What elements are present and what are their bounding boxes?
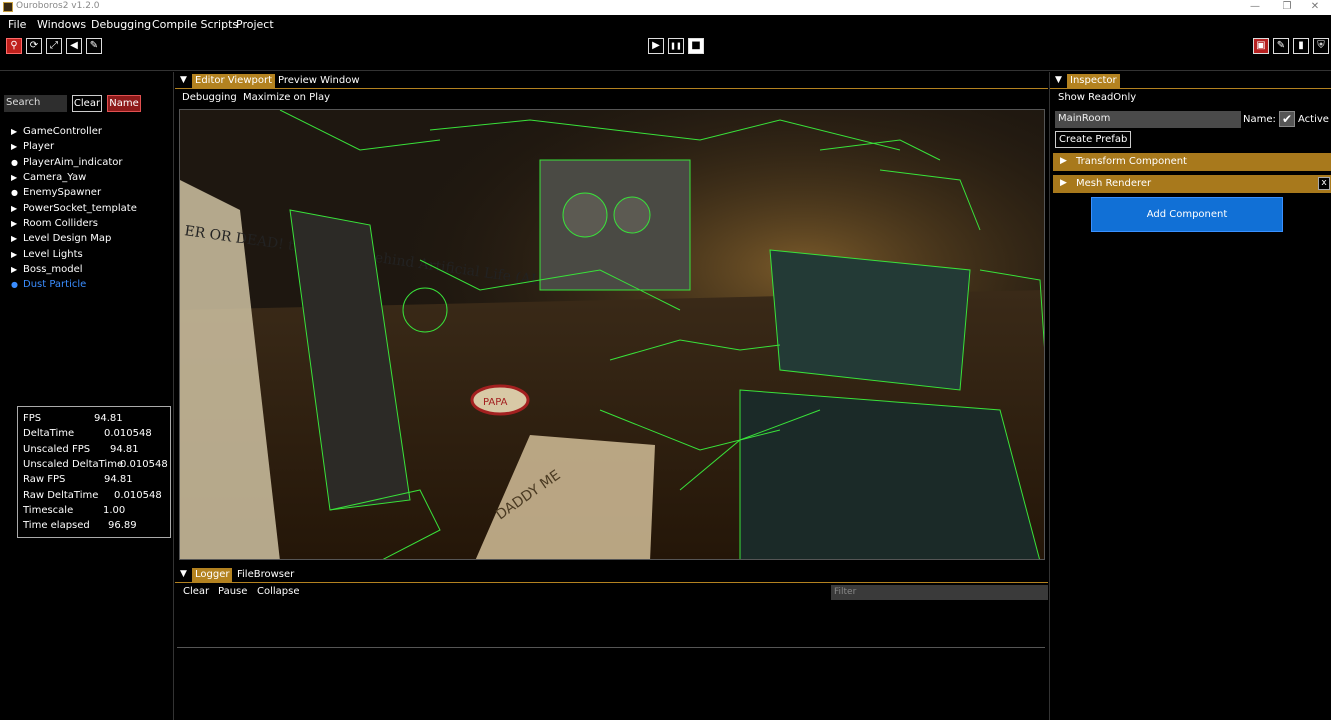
stat-value: 0.010548: [120, 459, 168, 470]
expand-icon: ▶: [1060, 178, 1067, 188]
hierarchy-item-selected[interactable]: ● Dust Particle: [11, 278, 86, 292]
stat-label: Raw FPS: [23, 474, 66, 485]
inspector-tab-bar: ▼ Inspector: [1050, 73, 1331, 89]
menu-bar: File Windows Debugging Compile Scripts P…: [0, 15, 1331, 33]
stat-value: 96.89: [108, 520, 137, 531]
collapse-icon[interactable]: ▼: [180, 569, 187, 579]
stat-label: Time elapsed: [23, 520, 90, 531]
toolbar-divider: [0, 70, 1331, 71]
hierarchy-item[interactable]: ▶ PowerSocket_template: [11, 202, 137, 216]
right-panel-divider[interactable]: [1049, 72, 1050, 720]
stat-value: 0.010548: [114, 490, 162, 501]
tab-editor-viewport[interactable]: Editor Viewport: [192, 74, 276, 89]
collapse-icon[interactable]: ▼: [1055, 75, 1062, 85]
component-transform[interactable]: ▶ Transform Component: [1053, 153, 1331, 171]
play-button[interactable]: ▶: [648, 38, 664, 54]
hierarchy-search-input[interactable]: Search: [4, 95, 67, 112]
object-name-field[interactable]: MainRoom: [1055, 111, 1241, 128]
hierarchy-item[interactable]: ▶ Level Lights: [11, 248, 83, 262]
logger-filter-input[interactable]: Filter: [831, 585, 1048, 600]
menu-project[interactable]: Project: [236, 18, 274, 31]
hierarchy-item[interactable]: ● EnemySpawner: [11, 186, 101, 200]
hierarchy-item[interactable]: ● PlayerAim_indicator: [11, 156, 123, 170]
hierarchy-item[interactable]: ▶ Level Design Map: [11, 232, 111, 246]
stat-label: DeltaTime: [23, 428, 75, 439]
remove-component-button[interactable]: x: [1318, 177, 1330, 190]
name-label: Name:: [1243, 114, 1276, 125]
pause-button[interactable]: ❚❚: [668, 38, 684, 54]
menu-debugging[interactable]: Debugging: [91, 18, 151, 31]
tab-preview-window[interactable]: Preview Window: [275, 74, 363, 89]
hierarchy-name-button[interactable]: Name: [107, 95, 141, 112]
left-panel-divider[interactable]: [173, 72, 174, 720]
tab-logger[interactable]: Logger: [192, 568, 233, 583]
logger-divider: [177, 647, 1045, 648]
toolbox-icon[interactable]: ▣: [1253, 38, 1269, 54]
create-prefab-button[interactable]: Create Prefab: [1055, 131, 1132, 148]
window-title: Ouroboros2 v1.2.0: [16, 1, 100, 11]
logger-tab-bar: ▼ Logger FileBrowser: [175, 567, 1048, 583]
show-readonly-toggle[interactable]: Show ReadOnly: [1058, 92, 1136, 103]
resize-icon[interactable]: ⤢: [46, 38, 62, 54]
battery-icon[interactable]: ▮: [1293, 38, 1309, 54]
hierarchy-item[interactable]: ▶ Camera_Yaw: [11, 171, 86, 185]
stat-value: 94.81: [94, 413, 123, 424]
title-bar: Ouroboros2 v1.2.0 — ❐ ✕: [0, 0, 1331, 15]
stat-label: Timescale: [23, 505, 74, 516]
hierarchy-item[interactable]: ▶ Boss_model: [11, 263, 83, 277]
logger-pause-button[interactable]: Pause: [218, 586, 247, 597]
pin-icon[interactable]: ⚲: [6, 38, 22, 54]
editor-viewport[interactable]: ER OR DEAD! the genius behind Artificial…: [179, 109, 1045, 560]
scene-render: ER OR DEAD! the genius behind Artificial…: [180, 110, 1044, 559]
refresh-icon[interactable]: ⟳: [26, 38, 42, 54]
debugging-toggle[interactable]: Debugging: [182, 92, 237, 103]
stat-label: Raw DeltaTime: [23, 490, 99, 501]
menu-compile-scripts[interactable]: Compile Scripts: [152, 18, 238, 31]
stat-value: 1.00: [103, 505, 126, 516]
logger-collapse-button[interactable]: Collapse: [257, 586, 300, 597]
stat-label: Unscaled DeltaTime: [23, 459, 124, 470]
tab-filebrowser[interactable]: FileBrowser: [234, 568, 297, 583]
collapse-icon[interactable]: ▼: [180, 75, 187, 85]
stop-button[interactable]: ■: [688, 38, 704, 54]
maximize-on-play-toggle[interactable]: Maximize on Play: [243, 92, 330, 103]
stats-panel: FPS 94.81 DeltaTime 0.010548 Unscaled FP…: [17, 406, 171, 538]
stat-label: Unscaled FPS: [23, 444, 91, 455]
hierarchy-clear-button[interactable]: Clear: [72, 95, 102, 112]
shield-icon[interactable]: ⛨: [1313, 38, 1329, 54]
close-button[interactable]: ✕: [1298, 0, 1331, 15]
active-label: Active: [1298, 114, 1329, 125]
stat-value: 0.010548: [104, 428, 152, 439]
back-icon[interactable]: ◀: [66, 38, 82, 54]
editor-tab-bar: ▼ Editor Viewport Preview Window: [175, 73, 1048, 89]
app-icon: [3, 2, 13, 12]
minimize-button[interactable]: —: [1238, 0, 1272, 15]
pencil-icon[interactable]: ✎: [86, 38, 102, 54]
hierarchy-item[interactable]: ▶ GameController: [11, 125, 102, 139]
expand-icon: ▶: [1060, 156, 1067, 166]
hierarchy-item[interactable]: ▶ Player: [11, 140, 54, 154]
logger-clear-button[interactable]: Clear: [183, 586, 209, 597]
papa-sign-text: PAPA: [483, 397, 508, 408]
tab-inspector[interactable]: Inspector: [1067, 74, 1120, 89]
stat-value: 94.81: [104, 474, 133, 485]
stat-value: 94.81: [110, 444, 139, 455]
active-checkbox[interactable]: ✔: [1279, 111, 1295, 127]
stat-label: FPS: [23, 413, 42, 424]
menu-file[interactable]: File: [8, 18, 26, 31]
component-mesh-renderer[interactable]: ▶ Mesh Renderer x: [1053, 175, 1331, 193]
edit-icon[interactable]: ✎: [1273, 38, 1289, 54]
menu-windows[interactable]: Windows: [37, 18, 86, 31]
hierarchy-item[interactable]: ▶ Room Colliders: [11, 217, 98, 231]
add-component-button[interactable]: Add Component: [1091, 197, 1283, 232]
